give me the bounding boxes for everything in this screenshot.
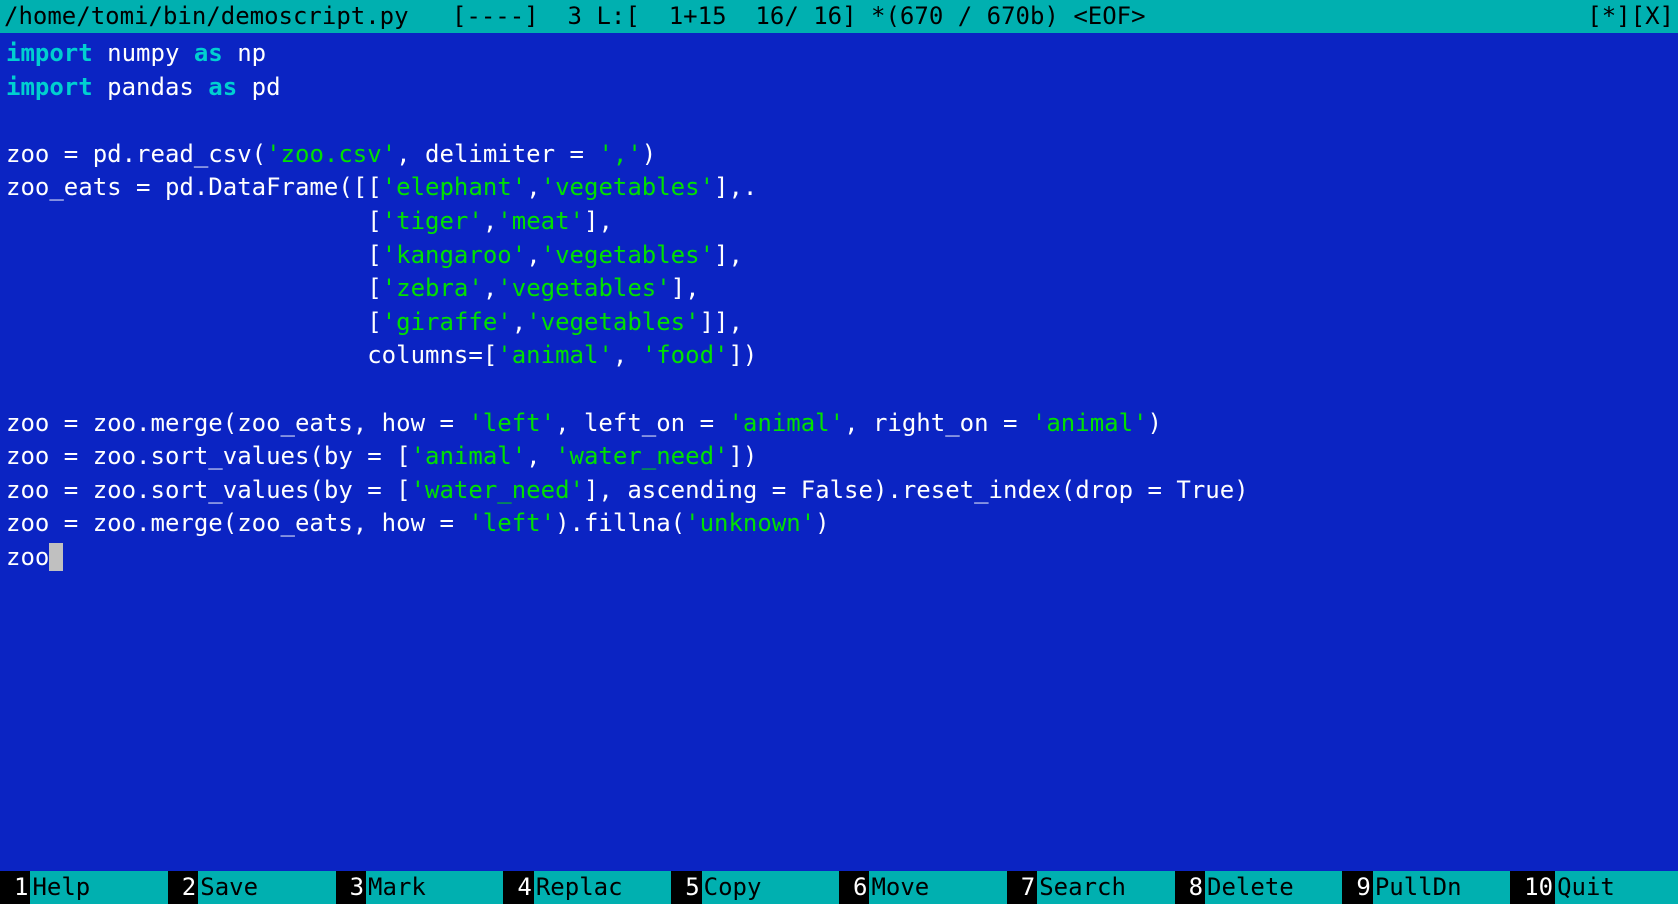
code-line[interactable]: ['tiger','meat'], bbox=[6, 205, 1672, 239]
code-line[interactable]: import pandas as pd bbox=[6, 71, 1672, 105]
line-prefix: L:[ bbox=[596, 0, 639, 33]
fnkey-label: Mark bbox=[366, 871, 503, 904]
code-line[interactable]: zoo = zoo.sort_values(by = ['water_need'… bbox=[6, 474, 1672, 508]
fnkey-number: 9 bbox=[1342, 871, 1372, 904]
file-path: /home/tomi/bin/demoscript.py bbox=[4, 0, 409, 33]
code-line[interactable]: zoo = zoo.merge(zoo_eats, how = 'left').… bbox=[6, 507, 1672, 541]
text-cursor bbox=[49, 543, 63, 571]
code-line[interactable]: zoo bbox=[6, 541, 1672, 575]
fnkey-number: 10 bbox=[1510, 871, 1555, 904]
encoding-flag: [X] bbox=[1631, 0, 1674, 33]
fnkey-number: 1 bbox=[0, 871, 30, 904]
fnkey-label: PullDn bbox=[1373, 871, 1510, 904]
code-line[interactable]: import numpy as np bbox=[6, 37, 1672, 71]
fnkey-move[interactable]: 6Move bbox=[839, 871, 1007, 904]
fnkey-label: Copy bbox=[702, 871, 839, 904]
fnkey-number: 3 bbox=[336, 871, 366, 904]
code-line[interactable]: ['zebra','vegetables'], bbox=[6, 272, 1672, 306]
fnkey-number: 8 bbox=[1175, 871, 1205, 904]
code-line[interactable]: ['kangaroo','vegetables'], bbox=[6, 239, 1672, 273]
fnkey-search[interactable]: 7Search bbox=[1007, 871, 1175, 904]
flags: [----] bbox=[452, 0, 539, 33]
modified-flag: [*] bbox=[1587, 0, 1630, 33]
fnkey-replac[interactable]: 4Replac bbox=[503, 871, 671, 904]
fnkey-quit[interactable]: 10Quit bbox=[1510, 871, 1678, 904]
fnkey-label: Search bbox=[1037, 871, 1174, 904]
editor-screen: /home/tomi/bin/demoscript.py [----] 3 L:… bbox=[0, 0, 1678, 904]
fnkey-number: 2 bbox=[168, 871, 198, 904]
fnkey-number: 5 bbox=[671, 871, 701, 904]
fnkey-label: Move bbox=[869, 871, 1006, 904]
code-line[interactable]: columns=['animal', 'food']) bbox=[6, 339, 1672, 373]
fnkey-number: 4 bbox=[503, 871, 533, 904]
fnkey-label: Help bbox=[30, 871, 167, 904]
fnkey-pulldn[interactable]: 9PullDn bbox=[1342, 871, 1510, 904]
code-line[interactable] bbox=[6, 373, 1672, 407]
line-pos: 16/ 16] bbox=[755, 0, 856, 33]
fnkey-help[interactable]: 1Help bbox=[0, 871, 168, 904]
editor-area[interactable]: import numpy as npimport pandas as pd zoo… bbox=[0, 33, 1678, 871]
spacer bbox=[409, 0, 452, 33]
fnkey-label: Save bbox=[198, 871, 335, 904]
code-line[interactable]: zoo = zoo.sort_values(by = ['animal', 'w… bbox=[6, 440, 1672, 474]
code-line[interactable]: zoo_eats = pd.DataFrame([['elephant','ve… bbox=[6, 171, 1672, 205]
code-line[interactable]: zoo = zoo.merge(zoo_eats, how = 'left', … bbox=[6, 407, 1672, 441]
fnkey-number: 7 bbox=[1007, 871, 1037, 904]
bytes: *(670 / 670b) bbox=[871, 0, 1059, 33]
code-line[interactable]: ['giraffe','vegetables']], bbox=[6, 306, 1672, 340]
fnkey-number: 6 bbox=[839, 871, 869, 904]
scroll-pos: 1+15 bbox=[669, 0, 727, 33]
fnkey-label: Delete bbox=[1205, 871, 1342, 904]
fnkey-copy[interactable]: 5Copy bbox=[671, 871, 839, 904]
code-line[interactable] bbox=[6, 104, 1672, 138]
fnkey-delete[interactable]: 8Delete bbox=[1175, 871, 1343, 904]
fnkey-save[interactable]: 2Save bbox=[168, 871, 336, 904]
eof-marker: <EOF> bbox=[1073, 0, 1145, 33]
fnkey-mark[interactable]: 3Mark bbox=[336, 871, 504, 904]
title-bar: /home/tomi/bin/demoscript.py [----] 3 L:… bbox=[0, 0, 1678, 33]
function-key-bar: 1Help2Save3Mark4Replac5Copy6Move7Search8… bbox=[0, 871, 1678, 904]
column: 3 bbox=[568, 0, 582, 33]
code-line[interactable]: zoo = pd.read_csv('zoo.csv', delimiter =… bbox=[6, 138, 1672, 172]
fnkey-label: Replac bbox=[534, 871, 671, 904]
fnkey-label: Quit bbox=[1555, 871, 1678, 904]
